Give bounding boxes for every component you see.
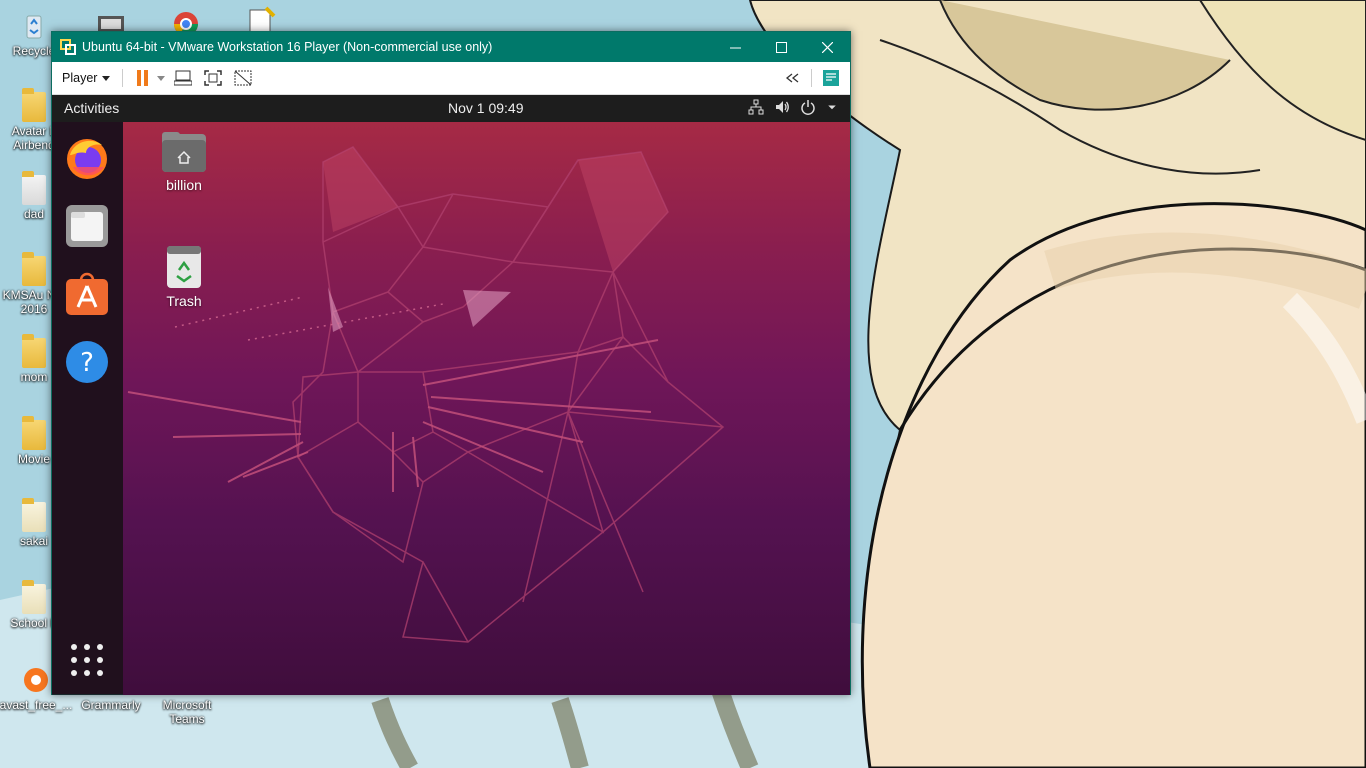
desktop-icon-grammarly[interactable]: Grammarly xyxy=(73,698,149,712)
vmware-logo-icon xyxy=(60,39,76,55)
vmware-toolbar: Player xyxy=(52,62,850,95)
dock-show-applications[interactable] xyxy=(63,636,111,684)
trash-icon xyxy=(167,246,201,288)
close-button[interactable] xyxy=(804,32,850,62)
unity-mode-button[interactable] xyxy=(228,66,258,90)
folder-icon xyxy=(22,334,46,368)
dock-software-center[interactable] xyxy=(63,270,111,318)
desktop-icon-label: mom xyxy=(20,370,48,384)
avast-icon xyxy=(24,668,48,692)
folder-icon xyxy=(22,252,46,286)
chevron-down-icon[interactable] xyxy=(826,99,838,115)
maximize-button[interactable] xyxy=(758,32,804,62)
firefox-icon xyxy=(67,139,107,179)
activities-button[interactable]: Activities xyxy=(64,100,119,116)
focal-fossa-wallpaper xyxy=(127,146,725,643)
minimize-button[interactable] xyxy=(712,32,758,62)
toolbar-separator xyxy=(122,69,124,87)
desktop-icon-teams[interactable]: Microsoft Teams xyxy=(149,698,225,726)
ctrl-alt-del-icon xyxy=(174,70,193,86)
folder-icon xyxy=(22,88,46,122)
window-title: Ubuntu 64-bit - VMware Workstation 16 Pl… xyxy=(82,40,493,54)
pause-icon xyxy=(137,70,149,86)
app-icon[interactable] xyxy=(96,14,126,32)
player-menu-label: Player xyxy=(62,71,98,85)
dock-help[interactable]: ? xyxy=(63,338,111,386)
chevron-down-icon xyxy=(157,75,166,81)
desktop-icon-label: dad xyxy=(23,207,45,221)
desktop-icon-label: Recycle xyxy=(12,44,56,58)
svg-text:?: ? xyxy=(80,348,94,378)
toolbar-separator xyxy=(811,69,812,87)
minimize-icon xyxy=(729,47,741,48)
help-icon: ? xyxy=(66,341,108,383)
desktop-icon-label: sakai xyxy=(19,534,48,548)
ubuntu-dock: ? xyxy=(52,122,123,695)
desktop-icon-label: Grammarly xyxy=(81,698,141,712)
dock-files[interactable] xyxy=(63,202,111,250)
desktop-icon-label: Movie xyxy=(17,452,50,466)
desktop-item-label: billion xyxy=(166,177,202,193)
folder-icon xyxy=(22,416,46,450)
notepad-icon[interactable] xyxy=(246,6,276,32)
system-tray[interactable] xyxy=(748,99,838,115)
maximize-icon xyxy=(775,41,787,53)
desktop-icon-label: Microsoft Teams xyxy=(162,698,212,726)
files-icon xyxy=(66,205,108,247)
notes-icon xyxy=(823,70,839,86)
ubuntu-desktop-trash[interactable]: Trash xyxy=(139,244,229,309)
vmware-window[interactable]: Ubuntu 64-bit - VMware Workstation 16 Pl… xyxy=(51,31,851,695)
close-icon xyxy=(821,41,833,53)
volume-icon[interactable] xyxy=(774,99,790,115)
message-log-button[interactable] xyxy=(816,66,846,90)
software-center-icon xyxy=(66,272,108,315)
double-chevron-left-icon xyxy=(785,73,799,83)
unity-icon xyxy=(234,70,252,86)
app-grid-icon xyxy=(71,644,103,676)
gnome-top-bar: Activities Nov 1 09:49 xyxy=(52,95,850,122)
full-screen-button[interactable] xyxy=(198,66,228,90)
power-icon[interactable] xyxy=(800,99,816,115)
ubuntu-desktop[interactable]: billion Trash xyxy=(123,122,850,695)
player-menu-button[interactable]: Player xyxy=(62,71,111,85)
collapse-toolbar-button[interactable] xyxy=(777,66,807,90)
clock[interactable]: Nov 1 09:49 xyxy=(448,100,524,116)
network-icon[interactable] xyxy=(748,99,764,115)
desktop-item-label: Trash xyxy=(166,293,202,309)
pause-dropdown-button[interactable] xyxy=(154,66,168,90)
desktop-icon-label: Avatar L Airbend xyxy=(11,124,57,152)
ubuntu-desktop-home-folder[interactable]: billion xyxy=(139,130,229,193)
home-folder-icon xyxy=(162,132,206,172)
window-titlebar[interactable]: Ubuntu 64-bit - VMware Workstation 16 Pl… xyxy=(52,32,850,62)
chevron-down-icon xyxy=(102,75,111,81)
folder-icon xyxy=(22,498,46,532)
recycle-bin-icon xyxy=(26,15,42,39)
desktop-icon-label: avast_free_... xyxy=(0,698,73,712)
folder-icon xyxy=(22,580,46,614)
dock-firefox[interactable] xyxy=(63,134,111,182)
ubuntu-guest-screen[interactable]: billion Trash Activities Nov 1 09:49 ? xyxy=(52,95,850,695)
chrome-icon[interactable] xyxy=(171,9,201,31)
pause-button[interactable] xyxy=(132,66,154,90)
send-ctrl-alt-del-button[interactable] xyxy=(168,66,198,90)
folder-icon xyxy=(22,171,46,205)
fullscreen-icon xyxy=(204,70,223,86)
